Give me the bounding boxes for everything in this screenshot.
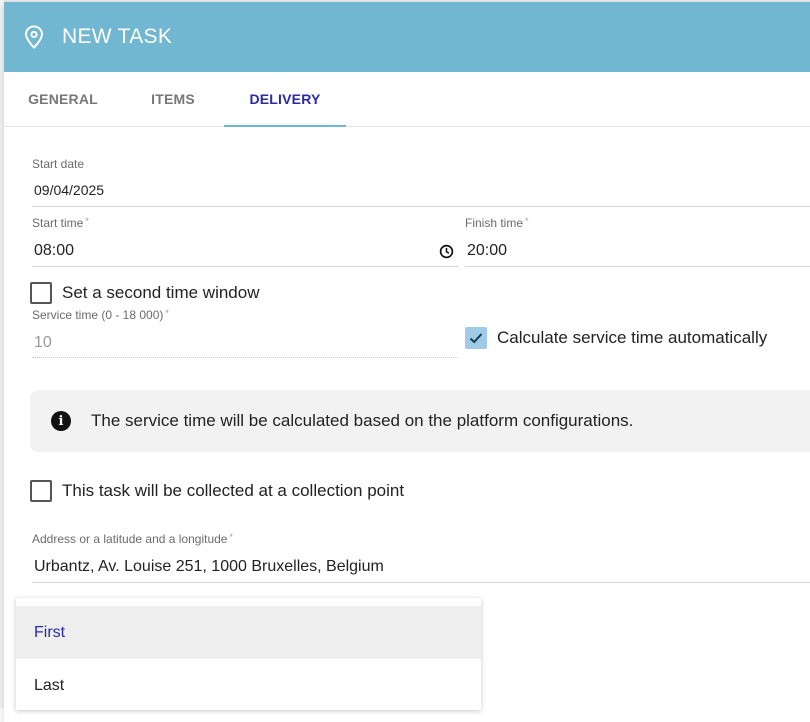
info-icon: i (51, 411, 71, 431)
position-dropdown: First Last (16, 598, 481, 710)
info-box: i The service time will be calculated ba… (30, 390, 810, 452)
auto-service-label: Calculate service time automatically (497, 328, 768, 347)
clock-icon[interactable] (439, 244, 454, 259)
info-message: The service time will be calculated base… (91, 411, 634, 430)
finish-time-value: 20:00 (467, 242, 508, 259)
collection-point-label: This task will be collected at a collect… (62, 481, 405, 500)
start-time-value: 08:00 (34, 242, 75, 259)
second-window-checkbox[interactable] (30, 282, 52, 304)
start-time-field[interactable]: Start time * 08:00 (32, 216, 458, 267)
address-field[interactable]: Address or a latitude and a longitude * U… (32, 532, 810, 583)
dropdown-option-first[interactable]: First (16, 606, 481, 659)
finish-time-field[interactable]: Finish time * 20:00 (465, 216, 810, 267)
start-date-value: 09/04/2025 (34, 182, 105, 198)
second-window-label: Set a second time window (62, 283, 260, 302)
address-value: Urbantz, Av. Louise 251, 1000 Bruxelles,… (34, 558, 384, 575)
dialog-title: NEW TASK (62, 25, 173, 48)
service-time-label-text: Service time (0 - 18 000) (32, 308, 164, 322)
finish-time-label: Finish time * (465, 216, 529, 230)
start-date-field[interactable]: Start date 09/04/2025 (32, 157, 810, 207)
finish-time-label-text: Finish time (465, 216, 524, 230)
dropdown-option-last[interactable]: Last (16, 659, 481, 712)
dialog-header: NEW TASK (4, 2, 810, 72)
tab-items[interactable]: ITEMS (122, 72, 224, 126)
auto-service-checkbox[interactable] (465, 327, 487, 349)
service-time-field[interactable]: Service time (0 - 18 000) * 10 (32, 308, 458, 358)
collection-point-row: This task will be collected at a collect… (30, 480, 404, 502)
check-icon (469, 333, 483, 344)
start-time-label: Start time * (32, 216, 89, 230)
finish-time-required-mark: * (525, 216, 529, 226)
tab-general[interactable]: GENERAL (4, 72, 122, 126)
service-time-label: Service time (0 - 18 000) * (32, 308, 169, 322)
start-date-label: Start date (32, 157, 85, 171)
collection-point-checkbox[interactable] (30, 480, 52, 502)
tab-delivery[interactable]: DELIVERY (224, 72, 346, 127)
auto-service-row: Calculate service time automatically (465, 327, 767, 349)
start-time-required-mark: * (85, 216, 89, 226)
address-label: Address or a latitude and a longitude * (32, 532, 233, 546)
address-required-mark: * (229, 532, 233, 542)
location-pin-icon (24, 24, 46, 50)
second-window-row: Set a second time window (30, 282, 260, 304)
tab-bar: GENERAL ITEMS DELIVERY (4, 72, 810, 127)
address-label-text: Address or a latitude and a longitude (32, 532, 228, 546)
service-time-value: 10 (34, 334, 52, 351)
start-time-label-text: Start time (32, 216, 84, 230)
service-time-required-mark: * (165, 308, 169, 318)
